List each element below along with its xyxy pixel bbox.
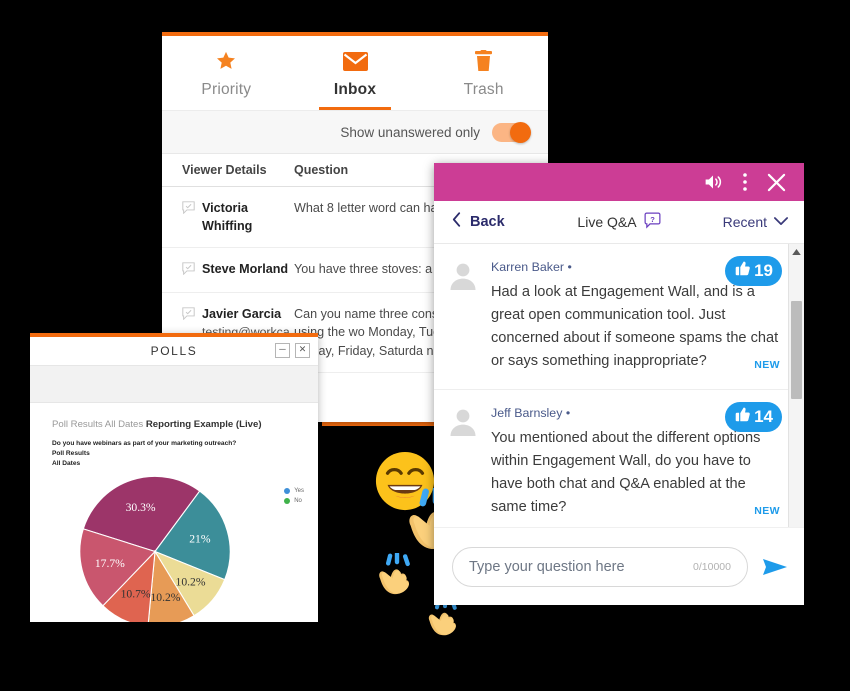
status-badge: NEW — [754, 359, 780, 372]
viewer-name: Victoria Whiffing — [202, 201, 253, 233]
list-item[interactable]: Jeff Barnsley • You mentioned about the … — [434, 390, 804, 537]
viewer-name: Steve Morland — [202, 262, 289, 276]
list-item[interactable]: Karren Baker • Had a look at Engagement … — [434, 244, 804, 391]
thumbs-up-icon — [734, 406, 751, 428]
speaker-icon[interactable] — [703, 173, 723, 191]
status-badge: NEW — [754, 505, 780, 518]
toggle-knob — [510, 121, 531, 143]
legend-label-no: No — [294, 497, 302, 504]
avatar — [448, 406, 478, 519]
star-icon — [215, 48, 237, 74]
pie-slice-label: 10.2% — [150, 590, 180, 603]
unanswered-toggle-label: Show unanswered only — [340, 124, 480, 140]
legend-label-yes: Yes — [294, 487, 304, 494]
tab-priority[interactable]: Priority — [162, 36, 291, 110]
qa-title-label: Live Q&A — [577, 214, 637, 230]
qa-topbar — [434, 163, 804, 201]
sort-label: Recent — [722, 214, 767, 230]
legend-swatch-yes — [284, 487, 291, 494]
sort-dropdown[interactable]: Recent — [723, 213, 788, 231]
tab-inbox[interactable]: Inbox — [291, 36, 420, 110]
polls-window-controls: ─ ✕ — [275, 343, 310, 358]
scroll-up-arrow-icon[interactable] — [789, 244, 804, 259]
tab-inbox-label: Inbox — [333, 81, 377, 98]
send-icon[interactable] — [762, 556, 788, 578]
chevron-left-icon — [452, 212, 461, 232]
thumbs-up-icon — [734, 260, 751, 282]
svg-text:?: ? — [650, 215, 655, 224]
back-button[interactable]: Back — [434, 212, 505, 232]
screenshot-stage: Priority Inbox Trash Show unanswered onl… — [0, 0, 850, 691]
poll-results-label: Poll Results — [52, 450, 90, 458]
viewer-name: Javier Garcia — [202, 307, 282, 321]
polls-window: POLLS ─ ✕ Poll Results All Dates Reporti… — [30, 333, 318, 622]
unanswered-toggle[interactable] — [492, 121, 531, 143]
qa-message-list: Karren Baker • Had a look at Engagement … — [434, 244, 804, 539]
speech-bubble-check-icon — [182, 201, 195, 235]
polls-title: POLLS — [150, 344, 198, 358]
inbox-tabs: Priority Inbox Trash — [162, 36, 548, 110]
pie-chart-svg: 30.3%21%10.2%10.2%10.7%17.7% — [79, 475, 231, 622]
clapping-hands-icon — [375, 551, 419, 600]
character-counter: 0/10000 — [693, 560, 731, 573]
like-count: 19 — [754, 261, 773, 280]
like-button[interactable]: 14 — [725, 402, 782, 433]
close-button[interactable]: ✕ — [295, 343, 310, 358]
like-count: 14 — [754, 407, 773, 427]
question-input[interactable]: Type your question here 0/10000 — [452, 546, 748, 587]
back-label: Back — [470, 214, 505, 230]
poll-pie-chart: 30.3% 21% 10.2% 10.2% 10.7% 17.7% Yes No — [52, 472, 318, 622]
inbox-toolbar: Show unanswered only — [162, 110, 548, 153]
pie-slice-label: 10.2% — [176, 575, 206, 588]
kebab-menu-icon[interactable] — [743, 173, 747, 191]
viewer-cell: Victoria Whiffing — [162, 199, 294, 235]
legend-item: Yes — [284, 487, 304, 494]
viewer-cell: Steve Morland — [162, 260, 294, 280]
column-header-viewer: Viewer Details — [182, 163, 267, 177]
pie-slice-label: 17.7% — [95, 557, 125, 570]
avatar — [448, 260, 478, 373]
like-button[interactable]: 19 — [725, 256, 782, 286]
poll-report-prefix: Poll Results All Dates — [52, 419, 146, 430]
chevron-down-icon — [774, 213, 788, 231]
poll-report-heading: Poll Results All Dates Reporting Example… — [52, 419, 318, 430]
poll-question-block: Do you have webinars as part of your mar… — [52, 439, 318, 470]
pie-slice-label: 10.7% — [121, 587, 151, 600]
poll-dates-label: All Dates — [52, 460, 81, 468]
minimize-button[interactable]: ─ — [275, 343, 290, 358]
pie-slice-label: 21% — [189, 532, 211, 545]
qa-input-bar: Type your question here 0/10000 — [434, 527, 804, 605]
envelope-icon — [342, 48, 368, 74]
tab-trash-label: Trash — [463, 81, 504, 98]
scrollbar[interactable] — [788, 244, 804, 539]
polls-body: Poll Results All Dates Reporting Example… — [30, 403, 318, 622]
poll-question-text: Do you have webinars as part of your mar… — [52, 440, 237, 447]
legend-item: No — [284, 497, 304, 504]
pie-slice-label: 30.3% — [126, 501, 156, 514]
close-icon[interactable] — [767, 173, 786, 192]
message-text: Had a look at Engagement Wall, and is a … — [491, 284, 779, 370]
question-mark-icon: ? — [644, 212, 661, 232]
qa-subheader: Back Live Q&A ? Recent — [434, 201, 804, 244]
polls-title-bar: POLLS ─ ✕ — [30, 337, 318, 365]
chart-legend: Yes No — [284, 487, 304, 508]
tab-trash[interactable]: Trash — [419, 36, 548, 110]
live-qa-panel: Back Live Q&A ? Recent Karren Baker • Ha… — [434, 163, 804, 605]
speech-bubble-check-icon — [182, 262, 195, 280]
polls-subheader — [30, 365, 318, 403]
scrollbar-thumb[interactable] — [791, 301, 802, 399]
trash-icon — [474, 48, 493, 74]
legend-swatch-no — [284, 497, 291, 504]
poll-report-name: Reporting Example (Live) — [145, 419, 262, 430]
question-input-placeholder: Type your question here — [469, 558, 625, 575]
message-text: You mentioned about the different option… — [491, 430, 761, 516]
tab-priority-label: Priority — [201, 81, 252, 98]
